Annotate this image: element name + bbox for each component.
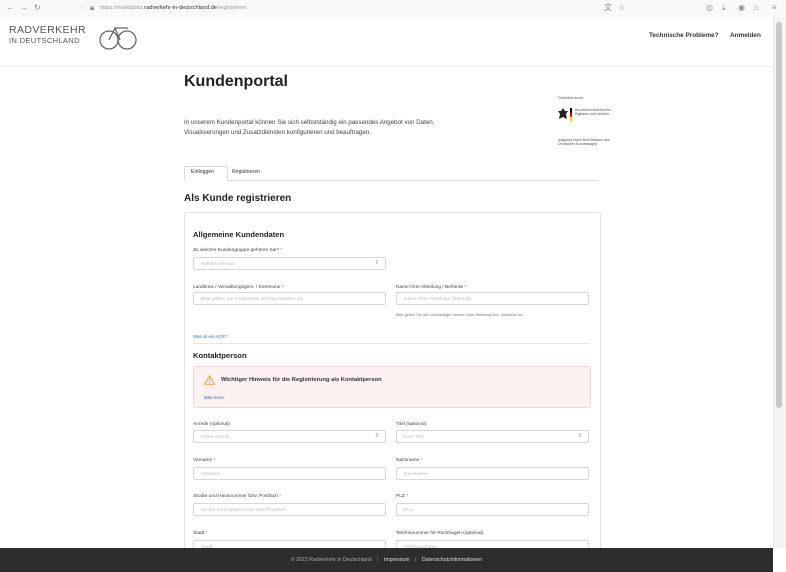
funding-notice: Gefördert durch: Bundesministerium für D…	[558, 96, 618, 147]
street-input[interactable]: Straße und Hausnummer bzw. Postfach	[193, 503, 386, 516]
customer-group-label: Zu welcher Kundengruppe gehören Sie? *	[193, 248, 283, 253]
department-hint: Bitte geben Sie den vollständigen Namen …	[396, 313, 524, 317]
section-divider	[193, 343, 590, 344]
bookmark-star-icon[interactable]: ☆	[618, 3, 625, 13]
salutation-select[interactable]: Keine Anrede ⇕	[193, 430, 386, 443]
select-arrows-icon: ⇕	[577, 433, 582, 439]
firstname-input[interactable]: Vorname	[193, 467, 386, 480]
tech-problems-link[interactable]: Technische Probleme?	[649, 32, 719, 39]
login-link[interactable]: Anmelden	[730, 32, 761, 39]
contact-heading: Kontaktperson	[193, 351, 247, 360]
district-label: Landkreis / Verwaltungsgem. / Kommune *	[193, 285, 284, 290]
federal-eagle-icon	[558, 108, 568, 119]
pocket-icon[interactable]: ◎	[706, 3, 713, 13]
address-bar[interactable]: https://marktplatz.radverkehr-in-deutsch…	[100, 3, 246, 13]
contact-warning-alert: Wichtiger Hinweis für die Registrierung …	[193, 366, 591, 408]
alert-title: Wichtiger Hinweis für die Registrierung …	[221, 377, 382, 383]
ags-help-link[interactable]: Was ist ein AGS?	[193, 334, 227, 339]
extensions-icon[interactable]: ⌂	[754, 3, 759, 13]
title-label: Titel (optional)	[396, 422, 427, 427]
auth-tabs: Einloggen Registrieren	[184, 166, 599, 181]
reload-icon[interactable]: ↻	[34, 3, 41, 13]
back-icon[interactable]: ←	[6, 3, 14, 13]
general-data-heading: Allgemeine Kundendaten	[193, 230, 285, 239]
customer-group-select[interactable]: Wählen Sie aus ⇕	[193, 257, 386, 270]
alert-read-link[interactable]: Bitte lesen	[204, 395, 225, 400]
footer-separator: |	[415, 557, 417, 563]
bicycle-logo-icon	[99, 27, 137, 50]
title-select[interactable]: Kein Titel ⇕	[396, 430, 589, 443]
shield-icon[interactable]: ◌	[80, 3, 85, 13]
street-label: Straße und Hausnummer bzw. Postfach *	[193, 494, 282, 499]
warning-icon	[204, 375, 215, 385]
city-label: Stadt *	[193, 531, 208, 536]
ministry-name: Bundesministerium für Digitales und Verk…	[575, 108, 611, 117]
lastname-label: Nachname *	[396, 458, 423, 463]
select-arrows-icon: ⇕	[374, 433, 379, 439]
zip-label: PLZ *	[396, 494, 409, 499]
privacy-link[interactable]: Datenschutzinformationen	[422, 557, 482, 563]
tab-login-label[interactable]: Einloggen	[191, 169, 214, 175]
district-input[interactable]: Bitte geben Sie mindestens drei Buchstab…	[193, 292, 386, 305]
funding-label: Gefördert durch:	[558, 96, 585, 100]
browser-toolbar: ← → ↻ ◌ 🔒︎ https://marktplatz.radverkehr…	[0, 0, 786, 18]
zip-input[interactable]: PLZ	[396, 503, 589, 516]
phone-label: Telefonnummer für Rückfragen (optional)	[396, 531, 484, 536]
footer-separator: |	[377, 557, 379, 563]
translate-icon[interactable]: 文	[604, 3, 612, 13]
copyright-text: © 2023 Radverkehr in Deutschland	[290, 557, 372, 563]
firstname-label: Vorname *	[193, 458, 216, 463]
tab-register[interactable]: Registrieren	[232, 169, 260, 175]
account-icon[interactable]: ◉	[738, 3, 745, 13]
salutation-label: Anrede (optional)	[193, 422, 230, 427]
department-input[interactable]: Name Ihrer Abteilung / Behörde	[396, 292, 589, 305]
flag-stripe	[570, 108, 572, 121]
lock-icon: 🔒︎	[90, 3, 95, 12]
download-icon[interactable]: ⤓	[722, 3, 726, 13]
lastname-input[interactable]: Nachname	[396, 467, 589, 480]
register-heading: Als Kunde registrieren	[184, 193, 292, 204]
department-label: Name Ihrer Abteilung / Behörde *	[396, 285, 467, 290]
scrollbar-thumb[interactable]	[776, 22, 782, 408]
funding-resolution: aufgrund eines Beschlusses des Deutschen…	[558, 138, 610, 147]
forward-icon[interactable]: →	[20, 3, 28, 13]
imprint-link[interactable]: Impressum	[384, 557, 410, 563]
intro-text: In unserem Kundenportal können Sie sich …	[184, 119, 435, 136]
site-footer: © 2023 Radverkehr in Deutschland | Impre…	[0, 548, 773, 572]
select-arrows-icon: ⇕	[374, 260, 379, 266]
menu-icon[interactable]: ≡	[772, 3, 777, 13]
site-header: RADVERKEHR IN DEUTSCHLAND Technische Pro…	[0, 17, 786, 67]
page-title: Kundenportal	[184, 73, 288, 90]
